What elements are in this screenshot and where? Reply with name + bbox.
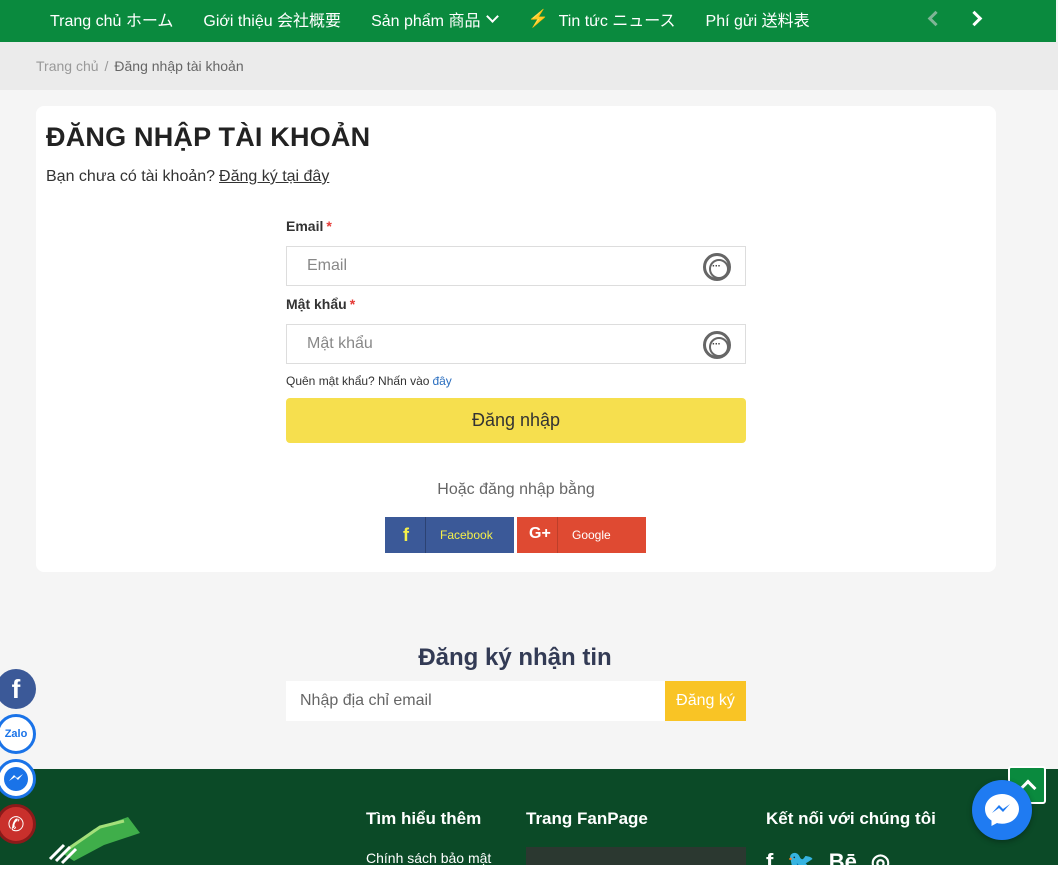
breadcrumb-home[interactable]: Trang chủ	[36, 58, 99, 74]
social-login-text: Hoặc đăng nhập bằng	[437, 481, 595, 498]
newsletter-email-input[interactable]	[286, 681, 665, 721]
messenger-chat-button[interactable]	[972, 780, 1032, 840]
password-manager-icon[interactable]: ···	[703, 331, 731, 359]
divider	[557, 517, 558, 553]
register-link[interactable]: Đăng ký tại đây	[219, 168, 329, 185]
floating-messenger-button[interactable]	[0, 759, 36, 799]
email-label: Email *	[286, 218, 746, 236]
lightning-icon: ⚡	[527, 9, 549, 28]
floating-phone-button[interactable]: ✆	[0, 804, 36, 844]
nav-item-news[interactable]: ⚡ Tin tức ニュース	[527, 7, 675, 31]
facebook-icon: f	[403, 525, 409, 545]
chevron-right-icon[interactable]	[966, 10, 983, 27]
top-nav: Trang chủ ホーム Giới thiệu 会社概要 Sản phẩm 商…	[0, 0, 1056, 42]
breadcrumb-bar: Trang chủ / Đăng nhập tài khoản	[0, 42, 1058, 90]
google-login-label: Google	[572, 528, 611, 542]
nav-item-products-label: Sản phẩm 商品	[371, 13, 481, 30]
google-plus-icon: G+	[529, 525, 551, 542]
nav-item-products[interactable]: Sản phẩm 商品	[371, 7, 500, 31]
breadcrumb-current: Đăng nhập tài khoản	[114, 58, 244, 74]
social-login-buttons: f Facebook G+ Google	[385, 517, 746, 553]
nav-item-shipping[interactable]: Phí gửi 送料表	[706, 7, 810, 31]
nav-item-news-label: Tin tức ニュース	[558, 13, 676, 30]
footer-learn-more-title: Tìm hiểu thêm	[366, 809, 482, 828]
facebook-icon: f	[11, 673, 21, 704]
fanpage-embed[interactable]	[526, 847, 746, 865]
behance-icon[interactable]: Bē	[829, 849, 857, 865]
newsletter-submit-button[interactable]: Đăng ký	[665, 681, 746, 721]
facebook-login-button[interactable]: f Facebook	[385, 517, 514, 553]
messenger-icon	[985, 794, 1019, 826]
zalo-icon: Zalo	[4, 728, 28, 740]
social-links: f 🐦 Bē ◎	[766, 849, 890, 865]
divider	[425, 517, 426, 553]
footer-privacy-link[interactable]: Chính sách bảo mật	[366, 850, 491, 865]
instagram-icon[interactable]: ◎	[871, 849, 890, 865]
nav-arrows	[927, 10, 983, 27]
password-manager-icon[interactable]: ···	[703, 253, 731, 281]
page: Trang chủ ホーム Giới thiệu 会社概要 Sản phẩm 商…	[0, 0, 1058, 876]
google-login-button[interactable]: G+ Google	[517, 517, 646, 553]
messenger-icon	[0, 762, 33, 796]
password-field[interactable]	[287, 325, 745, 363]
twitter-icon[interactable]: 🐦	[787, 849, 814, 865]
phone-icon: ✆	[7, 813, 25, 836]
login-card: ĐĂNG NHẬP TÀI KHOẢN Bạn chưa có tài khoả…	[36, 106, 996, 572]
footer: Tìm hiểu thêm Chính sách bảo mật Trang F…	[0, 769, 1058, 865]
breadcrumb: Trang chủ / Đăng nhập tài khoản	[36, 58, 244, 74]
floating-facebook-button[interactable]: f	[0, 669, 36, 709]
required-mark: *	[349, 296, 356, 312]
forgot-password-line: Quên mật khẩu? Nhấn vào đây	[286, 374, 746, 388]
login-form: Email* ··· Mật khẩu* ··· Quên mật khẩu? …	[286, 218, 746, 553]
forgot-password-link[interactable]: đây	[432, 374, 451, 388]
bottom-bar	[0, 865, 1058, 876]
footer-connect-title: Kết nối với chúng tôi	[766, 809, 936, 828]
password-label-text: Mật khẩu	[286, 296, 347, 312]
password-label: Mật khẩu *	[286, 296, 746, 314]
nav-items: Trang chủ ホーム Giới thiệu 会社概要 Sản phẩm 商…	[50, 7, 810, 31]
email-field[interactable]	[287, 247, 745, 285]
required-mark: *	[326, 218, 332, 234]
register-line: Bạn chưa có tài khoản? Đăng ký tại đây	[46, 168, 329, 186]
breadcrumb-separator: /	[104, 58, 109, 74]
forgot-password-text: Quên mật khẩu? Nhấn vào	[286, 374, 430, 388]
password-field-wrapper: ···	[286, 324, 746, 364]
nav-item-home[interactable]: Trang chủ ホーム	[50, 7, 173, 31]
chevron-left-icon[interactable]	[927, 10, 944, 27]
email-label-text: Email	[286, 218, 324, 234]
login-button[interactable]: Đăng nhập	[286, 398, 746, 443]
facebook-icon[interactable]: f	[766, 849, 773, 865]
email-field-wrapper: ···	[286, 246, 746, 286]
newsletter-title: Đăng ký nhận tin	[418, 644, 612, 671]
nav-item-about[interactable]: Giới thiệu 会社概要	[203, 7, 341, 31]
brand-logo	[48, 817, 140, 865]
newsletter-form: Đăng ký	[286, 681, 746, 721]
no-account-text: Bạn chưa có tài khoản?	[46, 168, 216, 185]
floating-zalo-button[interactable]: Zalo	[0, 714, 36, 754]
facebook-login-label: Facebook	[440, 528, 493, 542]
footer-fanpage-title: Trang FanPage	[526, 809, 648, 828]
chevron-down-icon	[486, 10, 500, 23]
page-title: ĐĂNG NHẬP TÀI KHOẢN	[46, 122, 371, 152]
